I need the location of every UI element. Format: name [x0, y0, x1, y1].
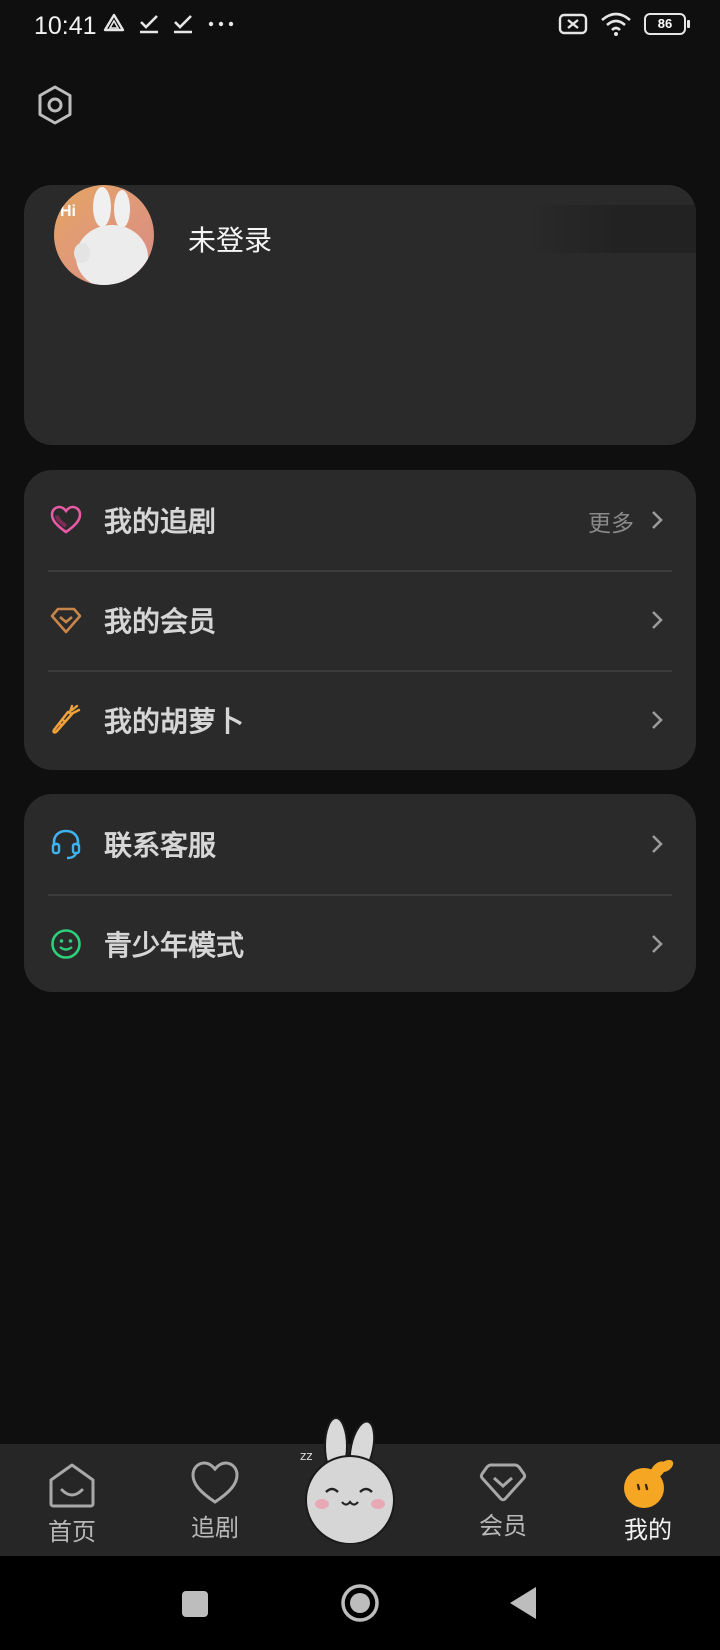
avatar-badge: Hi [60, 203, 76, 220]
carrot-icon [52, 704, 81, 734]
menu-group-content: 我的追剧 更多 我的会员 我的胡萝卜 [24, 470, 696, 770]
wifi-icon [601, 12, 631, 36]
download-done-icon [140, 15, 158, 34]
menu-item-label: 我的胡萝卜 [104, 705, 245, 738]
login-status[interactable]: 未登录 [188, 219, 272, 259]
menu-item-customer-service[interactable]: 联系客服 [24, 794, 696, 894]
chevron-right-icon [652, 835, 663, 853]
battery-icon: 86 [644, 13, 690, 35]
nav-label: 首页 [48, 1518, 96, 1546]
chevron-right-icon [652, 511, 663, 529]
drive-icon [103, 13, 125, 32]
svg-text:zz: zz [300, 1449, 313, 1463]
nav-dramas[interactable]: 追剧 [160, 1444, 270, 1556]
back-button-icon[interactable] [508, 1586, 538, 1620]
sim-missing-icon [558, 13, 588, 35]
status-bar: 10:41 86 [0, 0, 720, 54]
bunny-avatar-icon [74, 187, 148, 285]
center-bunny-button[interactable]: zz [298, 1414, 408, 1544]
avatar[interactable]: Hi [54, 185, 154, 285]
nav-vip[interactable]: 会员 [448, 1444, 558, 1556]
menu-item-label: 联系客服 [104, 829, 217, 862]
chevron-right-icon [652, 935, 663, 953]
menu-item-my-membership[interactable]: 我的会员 [24, 570, 696, 670]
settings-icon[interactable] [34, 84, 76, 126]
menu-group-support: 联系客服 青少年模式 [24, 794, 696, 992]
download-done-icon-2 [174, 15, 192, 34]
status-notification-icons [102, 12, 236, 34]
menu-item-label: 我的会员 [104, 605, 217, 638]
profile-card-decoration [526, 205, 696, 253]
smiley-icon [51, 929, 81, 959]
profile-card[interactable]: Hi 未登录 [24, 185, 696, 445]
home-button-icon[interactable] [340, 1583, 380, 1623]
more-notifications-icon [208, 21, 234, 27]
profile-bunny-icon [624, 1459, 674, 1508]
heart-icon [50, 505, 82, 534]
chevron-right-icon [652, 611, 663, 629]
heart-outline-icon [191, 1461, 239, 1504]
nav-mine[interactable]: 我的 [593, 1444, 703, 1556]
app-screen: 10:41 86 Hi 未登录 我的追剧 更多 我的会员 我的胡萝卜 联系客服 … [0, 0, 720, 1650]
nav-label: 我的 [624, 1516, 672, 1544]
more-link[interactable]: 更多 [588, 504, 634, 538]
status-system-icons: 86 [558, 12, 690, 36]
nav-label: 追剧 [191, 1514, 239, 1542]
recent-apps-icon[interactable] [181, 1590, 209, 1618]
chevron-right-icon [652, 711, 663, 729]
home-icon [49, 1463, 95, 1508]
battery-level: 86 [657, 16, 673, 31]
system-nav-bar [0, 1556, 720, 1650]
menu-item-label: 青少年模式 [104, 929, 245, 962]
nav-home[interactable]: 首页 [17, 1444, 127, 1556]
status-time: 10:41 [34, 12, 97, 40]
vip-diamond-icon [50, 607, 82, 634]
vip-icon [479, 1463, 527, 1502]
nav-label: 会员 [479, 1512, 527, 1540]
headset-icon [51, 829, 81, 860]
menu-item-my-carrots[interactable]: 我的胡萝卜 [24, 670, 696, 770]
menu-item-label: 我的追剧 [104, 505, 217, 538]
menu-item-teen-mode[interactable]: 青少年模式 [24, 894, 696, 994]
menu-item-my-dramas[interactable]: 我的追剧 更多 [24, 470, 696, 570]
